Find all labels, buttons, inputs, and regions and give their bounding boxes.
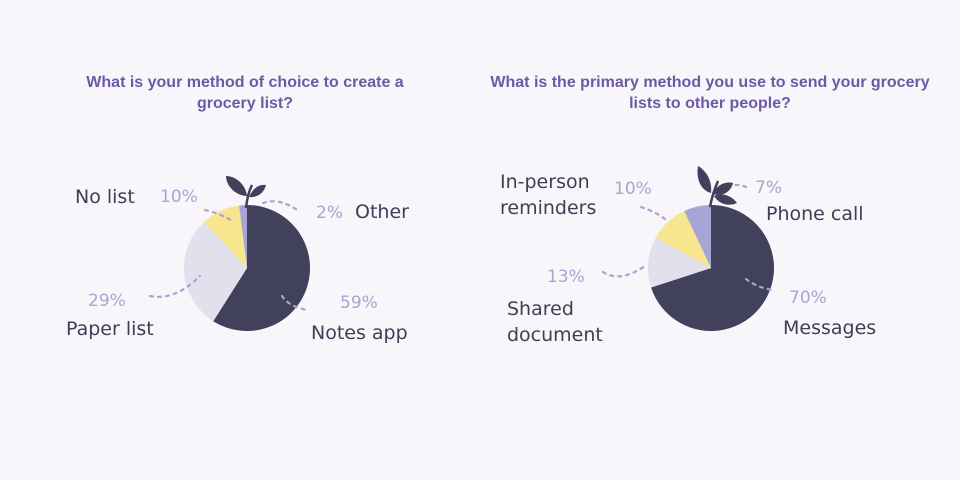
leader-in-person: [639, 205, 671, 224]
charts-canvas: No list 10% 2% Other 29% Paper list 59% …: [66, 166, 876, 346]
label-paper-list: Paper list: [66, 318, 154, 340]
pie-chart-2: [647, 205, 774, 331]
pct-shared-doc: 13%: [547, 267, 585, 287]
pct-phone-call: 7%: [755, 178, 782, 198]
pct-notes-app: 59%: [340, 293, 378, 313]
label-in-person-line-2: reminders: [500, 197, 596, 219]
label-notes-app: Notes app: [311, 322, 408, 344]
label-shared-doc-line-1: Shared: [507, 298, 574, 320]
leader-shared-doc: [601, 264, 647, 278]
pct-other: 2%: [316, 203, 343, 223]
label-no-list: No list: [75, 186, 135, 208]
label-messages: Messages: [783, 317, 876, 339]
pct-no-list: 10%: [160, 187, 198, 207]
pct-messages: 70%: [789, 288, 827, 308]
pie-chart-1: [183, 205, 311, 331]
sprout-icon: [226, 176, 266, 209]
sprout-icon: [697, 166, 737, 208]
label-phone-call: Phone call: [766, 203, 864, 225]
label-in-person-line-1: In-person: [500, 171, 590, 193]
label-other: Other: [355, 201, 409, 223]
pct-in-person: 10%: [614, 179, 652, 199]
pct-paper-list: 29%: [88, 291, 126, 311]
label-shared-doc-line-2: document: [507, 324, 603, 346]
